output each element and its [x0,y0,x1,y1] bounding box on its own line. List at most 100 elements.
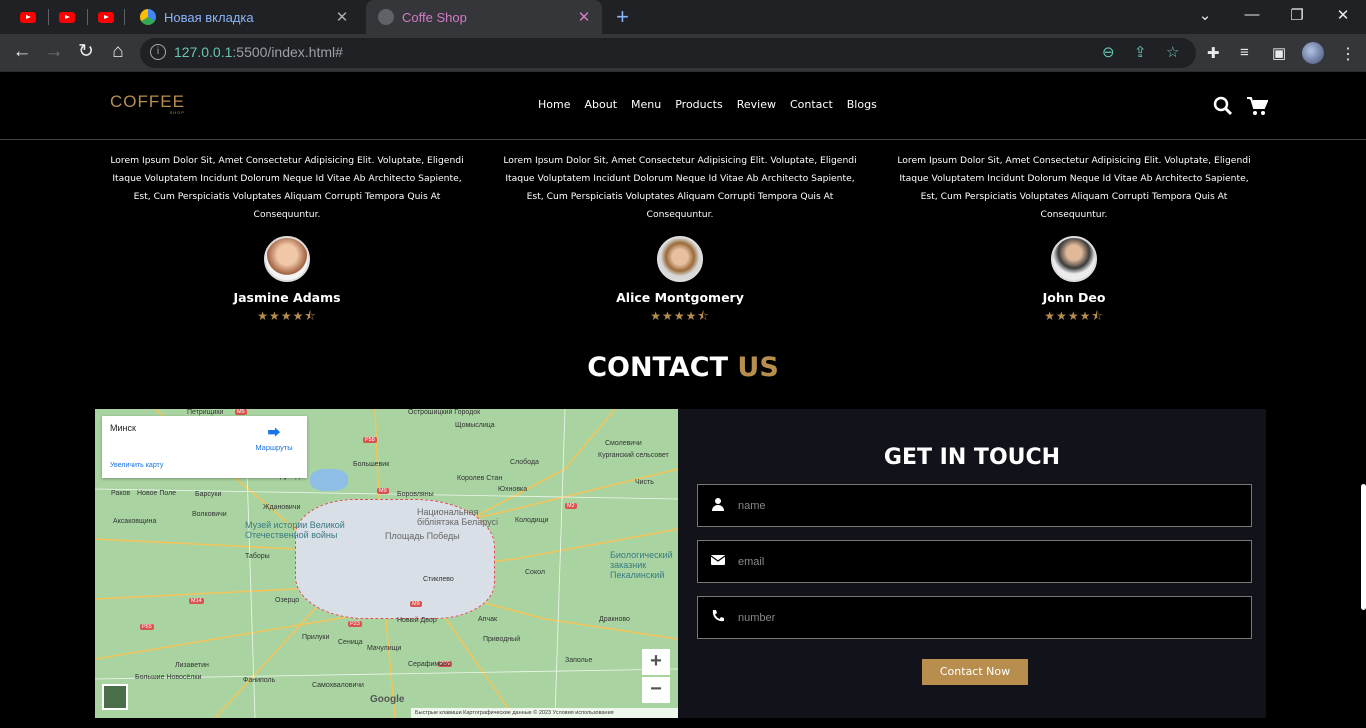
map-place-name: Минск [110,423,136,433]
road-shield: P65 [140,624,154,630]
map-label: Раков [111,490,131,497]
home-icon[interactable]: ⌂ [106,41,130,63]
form-title: GET IN TOUCH [883,445,1061,470]
map-poi-square[interactable]: Площадь Победы [385,531,460,541]
back-arrow-icon[interactable]: ← [10,41,34,63]
tab-new-tab[interactable]: Новая вкладка ✕ [128,0,360,34]
restore-window-icon[interactable]: ❐ [1285,6,1309,24]
map-label: Боровляны [397,491,434,498]
nav-products[interactable]: Products [675,98,723,111]
close-tab-icon[interactable]: ✕ [334,8,350,26]
map-attribution: Быстрые клавиши Картографические данные … [411,708,678,718]
contact-form: GET IN TOUCH Contact Now [678,409,1266,718]
pinned-tab-youtube-3[interactable] [97,8,115,26]
profile-avatar[interactable] [1302,42,1324,64]
map-poi-library[interactable]: Национальная бібліятэка Беларусі [417,507,517,527]
nav-contact[interactable]: Contact [790,98,833,111]
envelope-icon [710,553,726,569]
map-label: Острошицкий Городок [408,409,481,416]
pinned-tab-youtube-2[interactable] [58,8,76,26]
minimize-window-icon[interactable]: — [1240,6,1264,23]
name-field[interactable] [697,484,1252,527]
contact-now-button[interactable]: Contact Now [922,659,1028,685]
number-input[interactable] [738,608,1238,628]
bookmark-star-icon[interactable]: ☆ [1166,43,1179,61]
side-panel-icon[interactable]: ▣ [1272,44,1286,62]
phone-icon [710,609,726,626]
share-icon[interactable]: ⇪ [1134,43,1147,61]
nav-about[interactable]: About [584,98,617,111]
forward-arrow-icon[interactable]: → [42,41,66,63]
map-label: Лизаветин [175,662,209,669]
road-shield: P58 [363,437,377,443]
browser-toolbar: ← → ↻ ⌂ i 127.0.0.1:5500/index.html# ⊖ ⇪… [0,34,1366,72]
directions-button[interactable]: ⮕ Маршруты [254,422,294,452]
road-shield: M9 [410,601,422,607]
google-map[interactable]: M5 P58 M9 M2 M14 M9 P23 P69 P65 Петрищик… [95,409,678,718]
road-shield: P23 [348,621,362,627]
nav-review[interactable]: Review [737,98,776,111]
site-logo[interactable]: COFFEE SHOP [110,92,185,115]
map-place-card: Минск ⮕ Маршруты Увеличить карту [102,416,307,478]
youtube-icon [20,11,36,23]
search-icon[interactable] [1213,96,1233,121]
map-zoom-out-button[interactable]: − [642,677,670,703]
reviewer-name: John Deo [1042,290,1106,305]
map-label: Серафимово [408,661,451,668]
map-label: Ждановичи [263,504,301,511]
email-input[interactable] [738,552,1238,572]
tab-coffe-shop[interactable]: Coffe Shop ✕ [366,0,602,34]
map-label: Щомыслица [455,422,495,429]
map-label: Приводный [483,636,521,643]
map-label: Большевик [353,461,390,468]
user-icon [710,497,726,514]
map-label: Колодищи [515,517,549,524]
site-header: COFFEE SHOP Home About Menu Products Revi… [0,72,1366,140]
new-tab-plus-icon[interactable]: + [616,4,629,30]
map-label: Апчак [478,616,498,623]
map-label: Прилуки [302,634,330,641]
enlarge-map-link[interactable]: Увеличить карту [110,462,163,469]
youtube-icon [98,11,114,23]
email-field[interactable] [697,540,1252,583]
map-label: Волковичи [192,511,227,518]
address-bar[interactable]: i 127.0.0.1:5500/index.html# ⊖ ⇪ ☆ [140,38,1196,68]
tab-search-chevron-icon[interactable]: ⌄ [1193,6,1217,24]
nav-menu[interactable]: Menu [631,98,661,111]
directions-icon: ⮕ [267,425,281,440]
review-card: Lorem Ipsum Dolor Sit, Amet Consectetur … [107,152,467,328]
rating-stars: ★★★★⯪ [257,309,317,323]
map-label: Большие Новосёлки [135,674,202,681]
map-poi-museum[interactable]: Музей истории Великой Отечественной войн… [245,520,365,540]
map-label: Дракново [599,616,630,623]
map-poi-reserve[interactable]: Биологический заказник Пекалинский [610,550,678,580]
extensions-puzzle-icon[interactable]: ✚ [1207,44,1220,62]
nav-home[interactable]: Home [538,98,570,111]
name-input[interactable] [738,496,1238,516]
map-zoom-in-button[interactable]: + [642,649,670,675]
map-label: Курганский сельсовет [598,452,669,459]
number-field[interactable] [697,596,1252,639]
browser-tab-strip: Новая вкладка ✕ Coffe Shop ✕ + ⌄ — ❐ ✕ [0,0,1366,34]
page-scrollbar-thumb[interactable] [1361,484,1366,610]
map-label: Самохваловичи [312,682,364,689]
close-tab-icon[interactable]: ✕ [576,8,592,26]
tab-divider [48,9,49,25]
map-label: Таборы [245,553,270,560]
review-card: Lorem Ipsum Dolor Sit, Amet Consectetur … [894,152,1254,328]
reading-list-icon[interactable]: ≡ [1240,44,1249,61]
pinned-tab-youtube-1[interactable] [19,8,37,26]
browser-menu-icon[interactable]: ⋮ [1340,44,1356,64]
map-satellite-toggle[interactable] [102,684,128,710]
map-label: Слобода [510,459,539,466]
map-label: Новое Поле [137,490,177,497]
reload-icon[interactable]: ↻ [74,41,98,63]
cart-icon[interactable] [1246,96,1269,121]
nav-blogs[interactable]: Blogs [847,98,877,111]
site-info-icon[interactable]: i [150,44,166,60]
reviewer-name: Alice Montgomery [616,290,744,305]
zoom-icon[interactable]: ⊖ [1102,43,1115,61]
reviewer-name: Jasmine Adams [233,290,341,305]
close-window-icon[interactable]: ✕ [1331,6,1355,24]
url-text[interactable]: 127.0.0.1:5500/index.html# [174,44,343,60]
